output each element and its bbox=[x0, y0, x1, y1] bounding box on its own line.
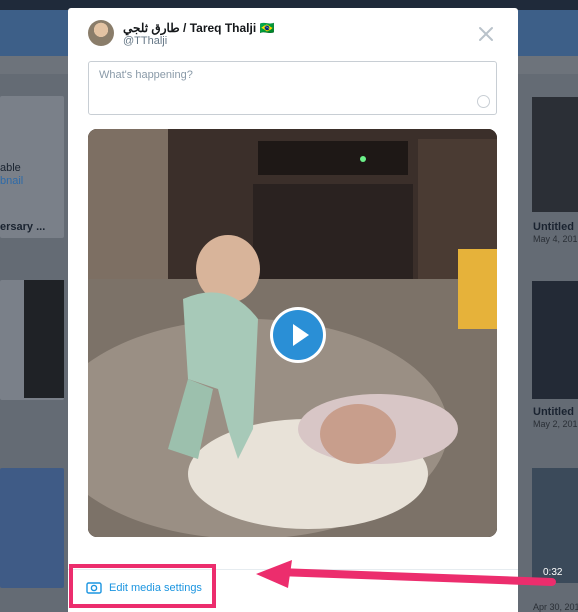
play-button[interactable] bbox=[273, 310, 323, 360]
close-icon[interactable] bbox=[476, 24, 496, 44]
background-card-text: able bbox=[0, 162, 21, 174]
background-thumbnail bbox=[532, 97, 578, 212]
background-video-title: Untitled bbox=[533, 221, 574, 233]
tweet-compose-field[interactable]: What's happening? bbox=[88, 61, 497, 115]
background-video-title: Untitled bbox=[533, 406, 574, 418]
annotation-highlight-box bbox=[69, 564, 216, 608]
background-card-link: bnail bbox=[0, 175, 24, 187]
compose-placeholder: What's happening? bbox=[99, 69, 193, 81]
background-video-date: Apr 30, 201 bbox=[533, 602, 578, 612]
background-video-date: May 2, 201 bbox=[533, 419, 578, 429]
user-display-name: طارق ثلجي / Tareq Thalji 🇧🇷 bbox=[123, 21, 275, 35]
user-handle: @TThalji bbox=[123, 35, 168, 47]
background-video-date: May 4, 201 bbox=[533, 234, 578, 244]
background-thumbnail bbox=[532, 281, 578, 399]
background-card-title: ersary ... bbox=[0, 221, 46, 233]
character-counter-ring bbox=[477, 95, 490, 108]
video-preview[interactable] bbox=[88, 129, 497, 537]
background-card bbox=[0, 468, 64, 588]
background-thumbnail bbox=[24, 280, 64, 398]
media-settings-modal: طارق ثلجي / Tareq Thalji 🇧🇷 @TThalji Wha… bbox=[68, 8, 518, 612]
avatar bbox=[88, 20, 114, 46]
annotation-arrow bbox=[250, 558, 560, 600]
